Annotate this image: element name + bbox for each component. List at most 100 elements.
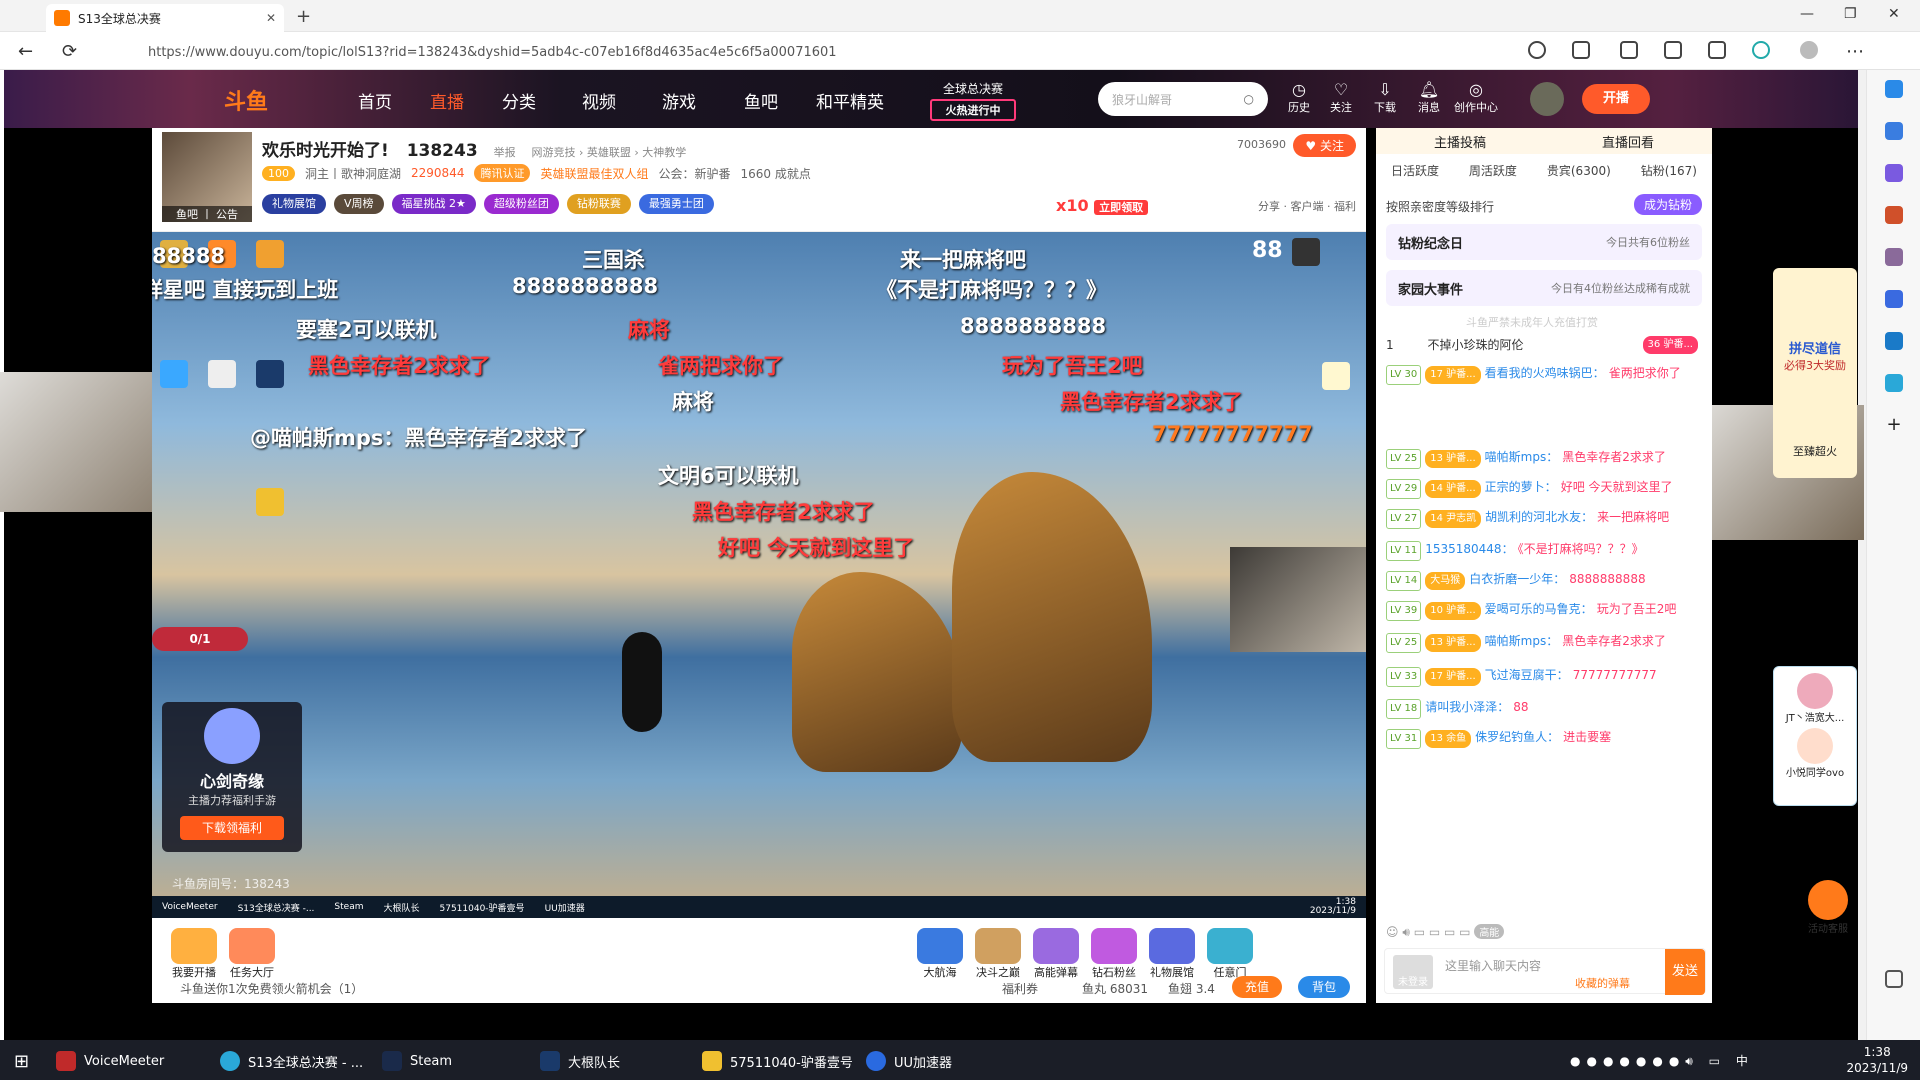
follow-button[interactable]: ♥ 关注	[1293, 134, 1356, 157]
video-player[interactable]: 88 88888 三国杀 来一把麻将吧 祥星吧 直接玩到上班 888888888…	[152, 232, 1366, 918]
task-uu[interactable]: UU加速器	[866, 1048, 952, 1074]
diamond-anniversary-card[interactable]: 钻粉纪念日 今日共有6位粉丝	[1386, 224, 1702, 260]
pill-diamond-league[interactable]: 钻粉联赛	[566, 194, 631, 214]
tab-vip[interactable]: 贵宾(6300)	[1547, 162, 1611, 186]
peer-name[interactable]: 小悦同学ovo	[1774, 764, 1856, 779]
creator-button[interactable]: ◎ 创作中心	[1454, 80, 1498, 115]
ime-indicator[interactable]: 中	[1736, 1054, 1754, 1068]
rocket-promo[interactable]: 斗鱼送你1次免费领火箭机会（1）	[180, 980, 363, 997]
collected-danmu[interactable]: 收藏的弹幕	[1575, 975, 1630, 991]
chat-username[interactable]: 白衣折磨一少年：	[1469, 572, 1565, 586]
add-icon[interactable]: +	[1885, 416, 1903, 434]
task-hall-entry[interactable]: 任务大厅	[224, 928, 280, 980]
start-icon[interactable]: ⊞	[14, 1048, 29, 1074]
nav-game[interactable]: 游戏	[662, 88, 696, 113]
tab-diamond[interactable]: 钻粉(167)	[1641, 162, 1697, 186]
page-scrollbar[interactable]	[1858, 70, 1866, 1040]
reward-box[interactable]: x10 立即领取	[1056, 196, 1149, 215]
task-dagen[interactable]: 大根队长	[540, 1048, 620, 1074]
nav-yuba[interactable]: 鱼吧	[744, 88, 778, 113]
gift-hot-danmu[interactable]: 高能弹幕	[1028, 928, 1084, 980]
browser-tab[interactable]: S13全球总决赛 ✕	[46, 4, 284, 32]
pill-weekly-rank[interactable]: V周榜	[334, 194, 384, 214]
search-icon[interactable]: ○	[1244, 92, 1254, 106]
recharge-button[interactable]: 充值	[1232, 976, 1282, 998]
worlds-promo[interactable]: 全球总决赛 火热进行中	[930, 80, 1016, 121]
peer-avatar[interactable]	[1797, 673, 1833, 709]
claim-button[interactable]: 立即领取	[1094, 200, 1149, 215]
chat-username[interactable]: 看看我的火鸡味锅巴：	[1485, 366, 1605, 380]
welfare-coupon[interactable]: 福利券	[1002, 980, 1038, 997]
share-link[interactable]: 分享	[1258, 200, 1280, 213]
customer-service[interactable]: 活动客服	[1800, 880, 1856, 935]
pill-super-fans[interactable]: 超级粉丝团	[483, 194, 559, 214]
chat-username[interactable]: 喵帕斯mps：	[1485, 634, 1559, 648]
collections-icon[interactable]	[1708, 41, 1726, 59]
replay-link[interactable]: 直播回看	[1602, 132, 1654, 151]
search-input[interactable]: 狼牙山解哥 ○	[1098, 82, 1268, 116]
chat-username[interactable]: 正宗的萝卜：	[1485, 480, 1557, 494]
task-edge[interactable]: S13全球总决赛 - ...	[220, 1048, 363, 1074]
event-banner[interactable]: 拼尽道信 必得3大奖励 至臻超火	[1773, 268, 1857, 478]
taskbar-clock[interactable]: 1:38 2023/11/9	[1846, 1044, 1908, 1076]
outlook-icon[interactable]	[1885, 332, 1903, 350]
anchor-avatar[interactable]: 鱼吧 丨 公告	[162, 132, 252, 222]
ad-download-button[interactable]: 下载领福利	[180, 816, 284, 840]
pill-warrior-team[interactable]: 最强勇士团	[638, 194, 714, 214]
favorites-list-icon[interactable]	[1664, 41, 1682, 59]
nav-category[interactable]: 分类	[502, 88, 536, 113]
task-voicemeeter[interactable]: VoiceMeeter	[56, 1048, 164, 1074]
tools-icon[interactable]	[1885, 206, 1903, 224]
follow-button[interactable]: ♡ 关注	[1330, 80, 1352, 115]
douyu-logo[interactable]: 斗鱼	[224, 84, 268, 116]
close-window-icon[interactable]: ✕	[1888, 6, 1900, 22]
split-screen-icon[interactable]	[1620, 41, 1638, 59]
client-link[interactable]: 客户端	[1291, 200, 1324, 213]
chat-username[interactable]: 爱喝可乐的马鲁克：	[1485, 602, 1593, 616]
gift-voyage[interactable]: 大航海	[912, 928, 968, 980]
gift-duel[interactable]: 决斗之巅	[970, 928, 1026, 980]
message-button[interactable]: 🔔︎ 消息	[1418, 80, 1440, 115]
hot-danmu-toggle[interactable]: 高能	[1474, 924, 1505, 939]
settings-icon[interactable]	[1885, 970, 1903, 988]
nav-video[interactable]: 视频	[582, 88, 616, 113]
extension-icon[interactable]	[1752, 41, 1770, 59]
chat-username[interactable]: 1535180448：	[1425, 542, 1513, 556]
chat-username[interactable]: 飞过海豆腐干：	[1485, 668, 1569, 682]
chat-username[interactable]: 胡凯利的河北水友：	[1485, 510, 1593, 524]
gift-hall[interactable]: 礼物展馆	[1144, 928, 1200, 980]
bell-icon[interactable]	[1885, 80, 1903, 98]
pill-lucky-challenge[interactable]: 福星挑战 2★	[391, 194, 476, 214]
nav-live[interactable]: 直播	[430, 88, 464, 113]
chat-username[interactable]: 喵帕斯mps：	[1485, 450, 1559, 464]
welfare-link[interactable]: 福利	[1334, 200, 1356, 213]
start-live-entry[interactable]: 我要开播	[166, 928, 222, 980]
home-event-card[interactable]: 家园大事件 今日有4位粉丝达成稀有成就	[1386, 270, 1702, 306]
tab-weekly[interactable]: 周活跃度	[1469, 162, 1517, 186]
close-tab-icon[interactable]: ✕	[266, 11, 276, 25]
become-diamond-button[interactable]: 成为钻粉	[1633, 194, 1702, 215]
gift-anydoor[interactable]: 任意门	[1202, 928, 1258, 980]
anchor-submit-link[interactable]: 主播投稿	[1434, 132, 1486, 151]
restore-icon[interactable]: ❐	[1844, 6, 1857, 22]
office-icon[interactable]	[1885, 290, 1903, 308]
read-aloud-icon[interactable]	[1528, 41, 1546, 59]
search-icon[interactable]	[1885, 122, 1903, 140]
profile-avatar[interactable]	[1800, 41, 1818, 59]
chat-username[interactable]: 侏罗纪钓鱼人：	[1475, 730, 1559, 744]
favorite-icon[interactable]	[1572, 41, 1590, 59]
history-button[interactable]: ◷ 历史	[1288, 80, 1310, 115]
refresh-icon[interactable]: ⟳	[62, 41, 77, 62]
send-button[interactable]: 发送	[1665, 949, 1705, 995]
report-link[interactable]: 举报	[494, 146, 516, 159]
task-account[interactable]: 57511040-驴番壹号	[702, 1048, 853, 1074]
chat-input-box[interactable]: 未登录 这里输入聊天内容 收藏的弹幕 发送	[1384, 948, 1706, 995]
peer-avatar[interactable]	[1797, 728, 1833, 764]
task-steam[interactable]: Steam	[382, 1048, 452, 1074]
tray-icons[interactable]: ●●●●●●●🔊︎ ▭ 中	[1570, 1052, 1754, 1069]
tab-daily[interactable]: 日活跃度	[1391, 162, 1439, 186]
hero-tag[interactable]: 英雄联盟最佳双人组	[540, 165, 648, 182]
breadcrumb[interactable]: 网游竞技 › 英雄联盟 › 大神教学	[532, 146, 687, 159]
user-avatar[interactable]	[1530, 82, 1564, 116]
bag-button[interactable]: 背包	[1298, 976, 1350, 998]
